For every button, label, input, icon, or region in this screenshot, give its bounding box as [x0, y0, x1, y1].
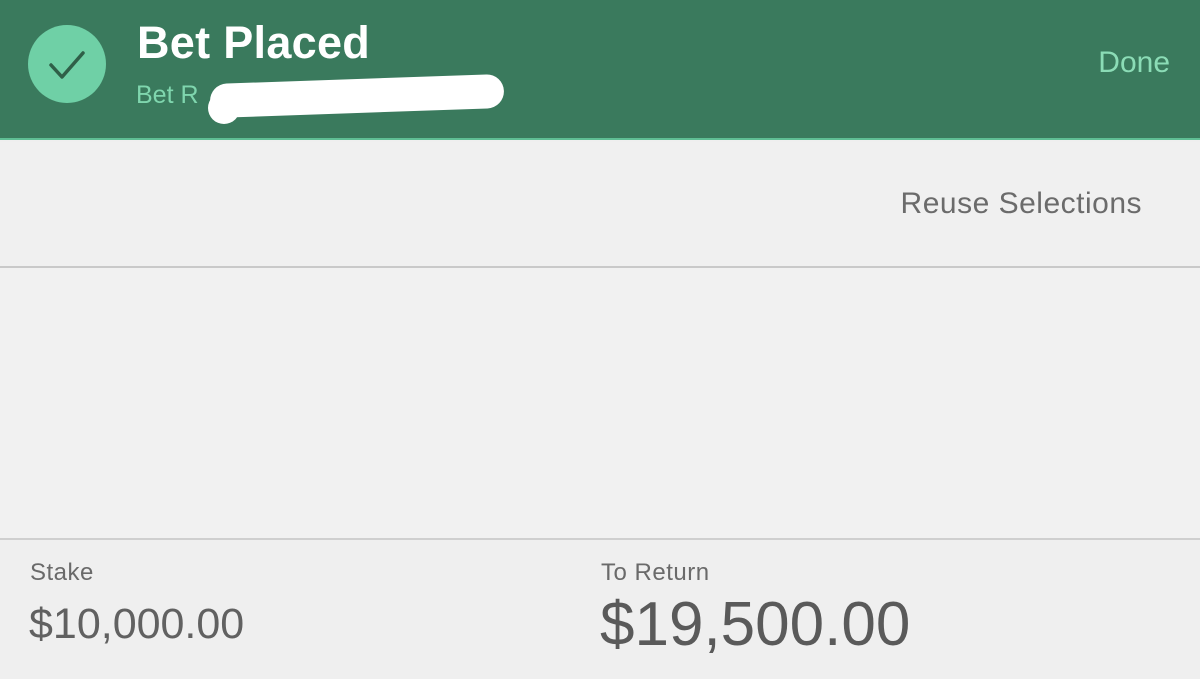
stake-label: Stake [30, 559, 94, 586]
actions-row: Reuse Selections [0, 142, 1200, 268]
bet-reference-text: Bet R [136, 81, 199, 109]
page-title: Bet Placed [137, 17, 371, 68]
to-return-label: To Return [601, 559, 710, 586]
redaction-mark-end [208, 92, 240, 124]
checkmark-icon [28, 25, 106, 103]
bet-summary-footer: Stake $10,000.00 To Return $19,500.00 [0, 538, 1200, 679]
redaction-mark [209, 73, 505, 119]
bet-confirmation-header: Bet Placed Bet R Done [0, 0, 1200, 140]
reuse-selections-button[interactable]: Reuse Selections [901, 185, 1142, 223]
stake-value: $10,000.00 [29, 600, 245, 648]
bet-details-area [0, 268, 1200, 538]
done-button[interactable]: Done [1098, 44, 1170, 82]
to-return-value: $19,500.00 [600, 590, 911, 659]
